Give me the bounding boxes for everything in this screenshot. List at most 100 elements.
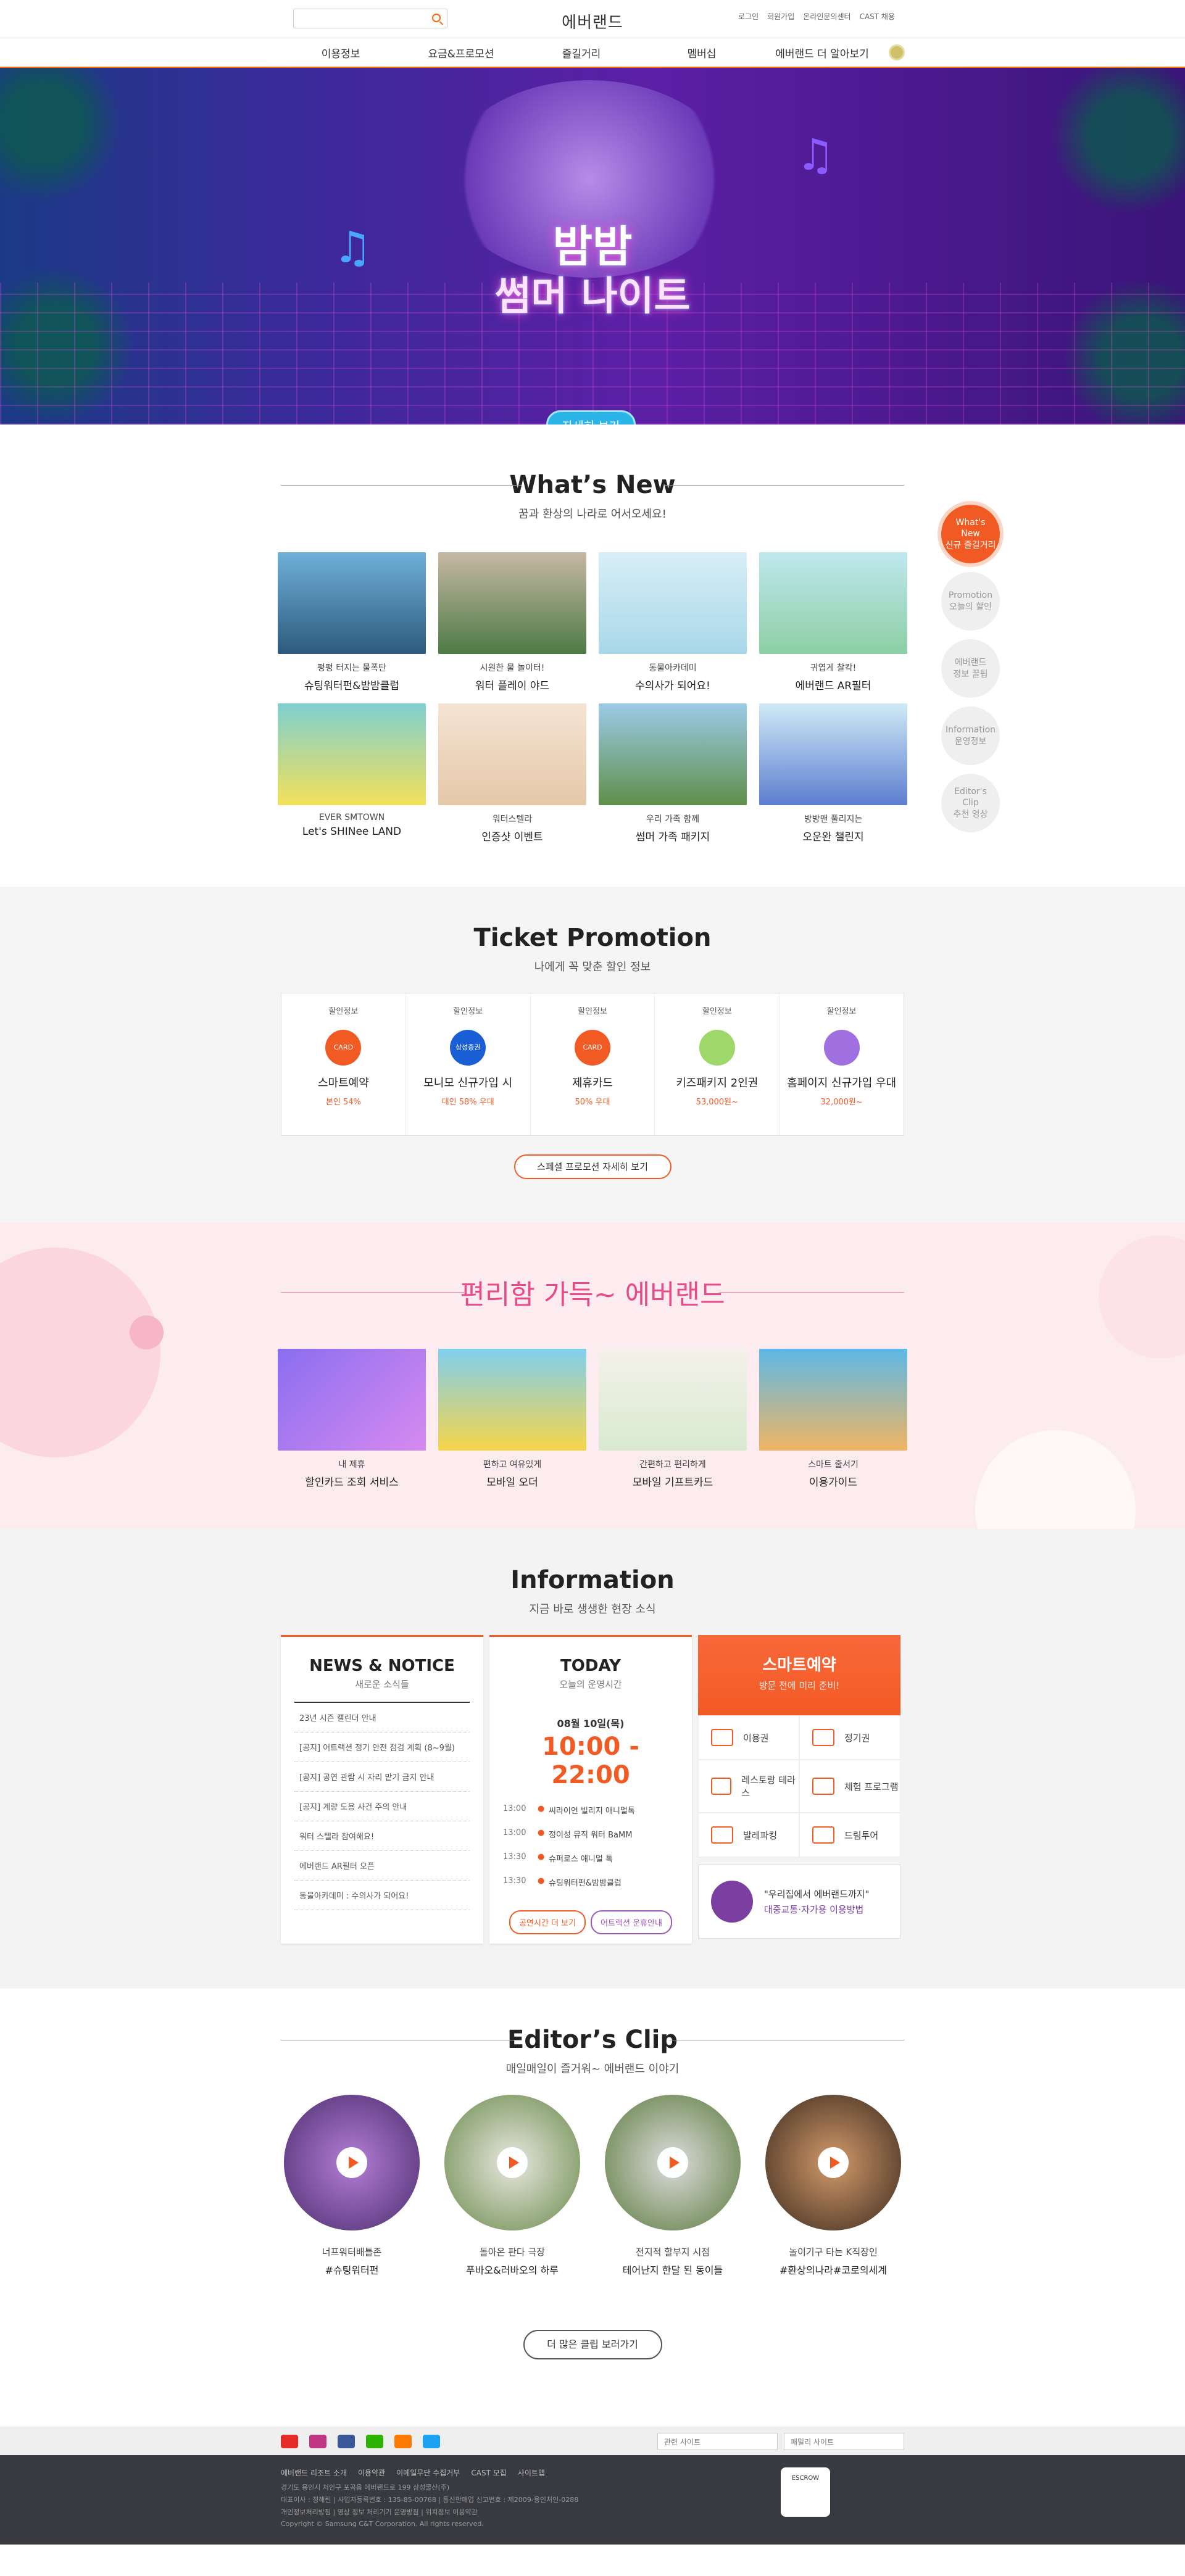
quick-menu: What's New 신규 즐길거리 Promotion 오늘의 할인 에버랜드 정보 … [941, 505, 1000, 832]
inquiry-link[interactable]: 온라인문의센터 [803, 11, 850, 22]
join-link[interactable]: 회원가입 [767, 11, 794, 22]
footer-link[interactable]: 이메일무단 수집거부 [396, 2467, 460, 2478]
clip-item[interactable]: 너프워터배틀존 #슈팅워터펀 [284, 2095, 420, 2277]
section-title: What’s New [281, 471, 904, 499]
clip-item[interactable]: 놀이기구 타는 K직장인 #환상의나라#코로의세계 [765, 2095, 901, 2277]
ticket-item[interactable]: 할인정보 삼성증권 모니모 신규가입 시 대인 58% 우대 [406, 993, 531, 1135]
show-time-button[interactable]: 공연시간 더 보기 [509, 1910, 586, 1934]
quick-editors-clip[interactable]: Editor's Clip 추천 영상 [941, 774, 1000, 832]
clip-item[interactable]: 전지적 할부지 시점 테어난지 한달 된 동이들 [605, 2095, 741, 2277]
escrow-badge[interactable]: ESCROW [781, 2467, 830, 2517]
quick-tips[interactable]: 에버랜드 정보 꿀팁 [941, 639, 1000, 698]
card[interactable]: 우리 가족 함께 썸머 가족 패키지 [599, 703, 747, 843]
card[interactable]: 방방맨 풀리지는 오운완 챌린지 [759, 703, 907, 843]
quick-promotion[interactable]: Promotion 오늘의 할인 [941, 572, 1000, 631]
smart-item[interactable]: 체험 프로그램 [799, 1760, 900, 1813]
news-item[interactable]: 동물아카데미 : 수의사가 되어요! [294, 1881, 470, 1910]
news-item[interactable]: 워터 스텔라 참여해요! [294, 1821, 470, 1851]
search-icon [812, 1778, 834, 1795]
schedule-row: 13:30 ● 슈퍼로스 애니멀 톡 [503, 1852, 613, 1864]
clip-item[interactable]: 돌아온 판다 극장 푸바오&러바오의 하루 [444, 2095, 580, 2277]
nav-more[interactable]: 에버랜드 더 알아보기 [762, 45, 883, 60]
weather-icon[interactable] [888, 44, 905, 60]
nav-fun[interactable]: 즐길거리 [522, 45, 642, 60]
bank-icon: 삼성증권 [450, 1030, 486, 1066]
login-link[interactable]: 로그인 [738, 11, 759, 22]
news-item[interactable]: 23년 시즌 캘린더 안내 [294, 1703, 470, 1733]
schedule-row: 13:00 ● 씨라이언 빌리지 애니멀톡 [503, 1804, 635, 1816]
news-panel: NEWS & NOTICE 새로운 소식들 23년 시즌 캘린더 안내 [공지]… [281, 1635, 483, 1944]
card[interactable]: 동물아카데미 수의사가 되어요! [599, 552, 747, 692]
smart-item[interactable]: 정기권 [799, 1715, 900, 1760]
smart-item[interactable]: 이용권 [698, 1715, 799, 1760]
top-bar: 에버랜드 로그인 회원가입 온라인문의센터 CAST 채용 [0, 0, 1185, 38]
card[interactable]: 내 제휴 할인카드 조회 서비스 [278, 1349, 426, 1489]
story-icon[interactable] [394, 2434, 412, 2448]
smart-reserve-header[interactable]: 스마트예약 방문 전에 미리 준비! [698, 1635, 900, 1715]
hero-banner[interactable]: ♫ ♫ 밤밤썸머 나이트 자세히 보기 [0, 68, 1185, 425]
more-clips-button[interactable]: 더 많은 클립 보러가기 [523, 2330, 662, 2359]
footer-link[interactable]: 이용약관 [358, 2467, 385, 2478]
card-icon: CARD [325, 1030, 362, 1066]
card[interactable]: 워터스텔라 인증샷 이벤트 [438, 703, 586, 843]
card[interactable]: 펑펑 터지는 물폭탄 슈팅워터펀&밤밤클럽 [278, 552, 426, 692]
whats-new-grid: 펑펑 터지는 물폭탄 슈팅워터펀&밤밤클럽 시원한 물 놀이터! 워터 플레이 야드… [0, 552, 1185, 843]
footer-link[interactable]: CAST 모집 [471, 2467, 506, 2478]
card[interactable]: 귀엽게 찰칵! 에버랜드 AR필터 [759, 552, 907, 692]
nav-membership[interactable]: 멤버십 [642, 45, 762, 60]
section-subtitle: 나에게 꼭 맞춘 할인 정보 [534, 961, 651, 974]
logo[interactable]: 에버랜드 [0, 10, 1185, 33]
parking-icon [711, 1826, 733, 1844]
smart-item[interactable]: 드림투어 [799, 1813, 900, 1857]
nav-info[interactable]: 이용정보 [281, 45, 401, 60]
schedule-row: 13:00 ● 정이성 뮤직 워터 BaMM [503, 1828, 633, 1840]
cast-link[interactable]: CAST 채용 [860, 11, 895, 22]
nav-price[interactable]: 요금&프로모션 [401, 45, 522, 60]
news-item[interactable]: 에버랜드 AR필터 오픈 [294, 1851, 470, 1881]
card-icon: CARD [574, 1030, 610, 1066]
ticket-item[interactable]: 할인정보 키즈패키지 2인권 53,000원~ [655, 993, 780, 1135]
footer: 에버랜드 리조트 소개 이용약관 이메일무단 수집거부 CAST 모집 사이트맵… [0, 2455, 1185, 2545]
palm-icon [0, 68, 136, 216]
attraction-closed-button[interactable]: 어트랙션 운휴안내 [591, 1910, 672, 1934]
smart-item[interactable]: 발레파킹 [698, 1813, 799, 1857]
youtube-icon[interactable] [281, 2434, 298, 2448]
blog-icon[interactable] [366, 2434, 383, 2448]
quick-whats-new[interactable]: What's New 신규 즐길거리 [941, 505, 1000, 563]
information-section: Information 지금 바로 생생한 현장 소식 NEWS & NOTIC… [0, 1529, 1185, 1989]
transport-banner[interactable]: "우리집에서 에버랜드까지" 대중교통·자가용 이용방법 [698, 1865, 900, 1939]
card[interactable]: 편하고 여유있게 모바일 오더 [438, 1349, 586, 1489]
card[interactable]: 스마트 줄서기 이용가이드 [759, 1349, 907, 1489]
convenience-grid: 내 제휴 할인카드 조회 서비스 편하고 여유있게 모바일 오더 간편하고 편리하게… [0, 1349, 1185, 1489]
card[interactable]: EVER SMTOWN Let's SHINee LAND [278, 703, 426, 843]
news-item[interactable]: [공지] 공연 관람 시 자리 맡기 금지 안내 [294, 1762, 470, 1792]
card[interactable]: 간편하고 편리하게 모바일 기프트카드 [599, 1349, 747, 1489]
kids-icon [699, 1030, 735, 1066]
card[interactable]: 시원한 물 놀이터! 워터 플레이 야드 [438, 552, 586, 692]
ticket-item[interactable]: 할인정보 홈페이지 신규가입 우대 32,000원~ [780, 993, 904, 1135]
news-item[interactable]: [공지] 어트랙션 정기 안전 점검 계획 (8~9월) [294, 1733, 470, 1762]
restaurant-icon [711, 1778, 732, 1795]
footer-link[interactable]: 사이트맵 [518, 2467, 545, 2478]
section-subtitle: 매일매일이 즐거워~ 에버랜드 이야기 [505, 2063, 680, 2076]
instagram-icon[interactable] [309, 2434, 326, 2448]
footer-link[interactable]: 에버랜드 리조트 소개 [281, 2467, 347, 2478]
section-title: Editor’s Clip [281, 2026, 904, 2054]
family-site-select[interactable]: 패밀리 사이트 [784, 2432, 904, 2450]
twitter-icon[interactable] [423, 2434, 440, 2448]
special-promotion-button[interactable]: 스페셜 프로모션 자세히 보기 [514, 1154, 672, 1179]
ticket-icon [711, 1729, 733, 1746]
hero-title: 밤밤 썸머 나이트 [494, 222, 691, 320]
smart-item[interactable]: 레스토랑 테라스 [698, 1760, 799, 1813]
section-title: Information [510, 1566, 675, 1594]
quick-information[interactable]: Information 운영정보 [941, 706, 1000, 765]
editors-clip-section: Editor’s Clip 매일매일이 즐거워~ 에버랜드 이야기 너프워터배틀… [0, 1989, 1185, 2427]
ticket-item[interactable]: 할인정보 CARD 스마트예약 본인 54% [281, 993, 406, 1135]
related-site-select[interactable]: 관련 사이트 [657, 2432, 778, 2450]
facebook-icon[interactable] [338, 2434, 355, 2448]
ticket-item[interactable]: 할인정보 CARD 제휴카드 50% 우대 [531, 993, 655, 1135]
pass-icon [812, 1729, 834, 1746]
smart-reserve-grid: 이용권 정기권 레스토랑 테라스 체험 프로그램 발레파킹 드림투어 [698, 1715, 900, 1857]
news-item[interactable]: [공지] 계량 도용 사건 주의 안내 [294, 1792, 470, 1821]
hero-detail-button[interactable]: 자세히 보기 [546, 410, 636, 425]
